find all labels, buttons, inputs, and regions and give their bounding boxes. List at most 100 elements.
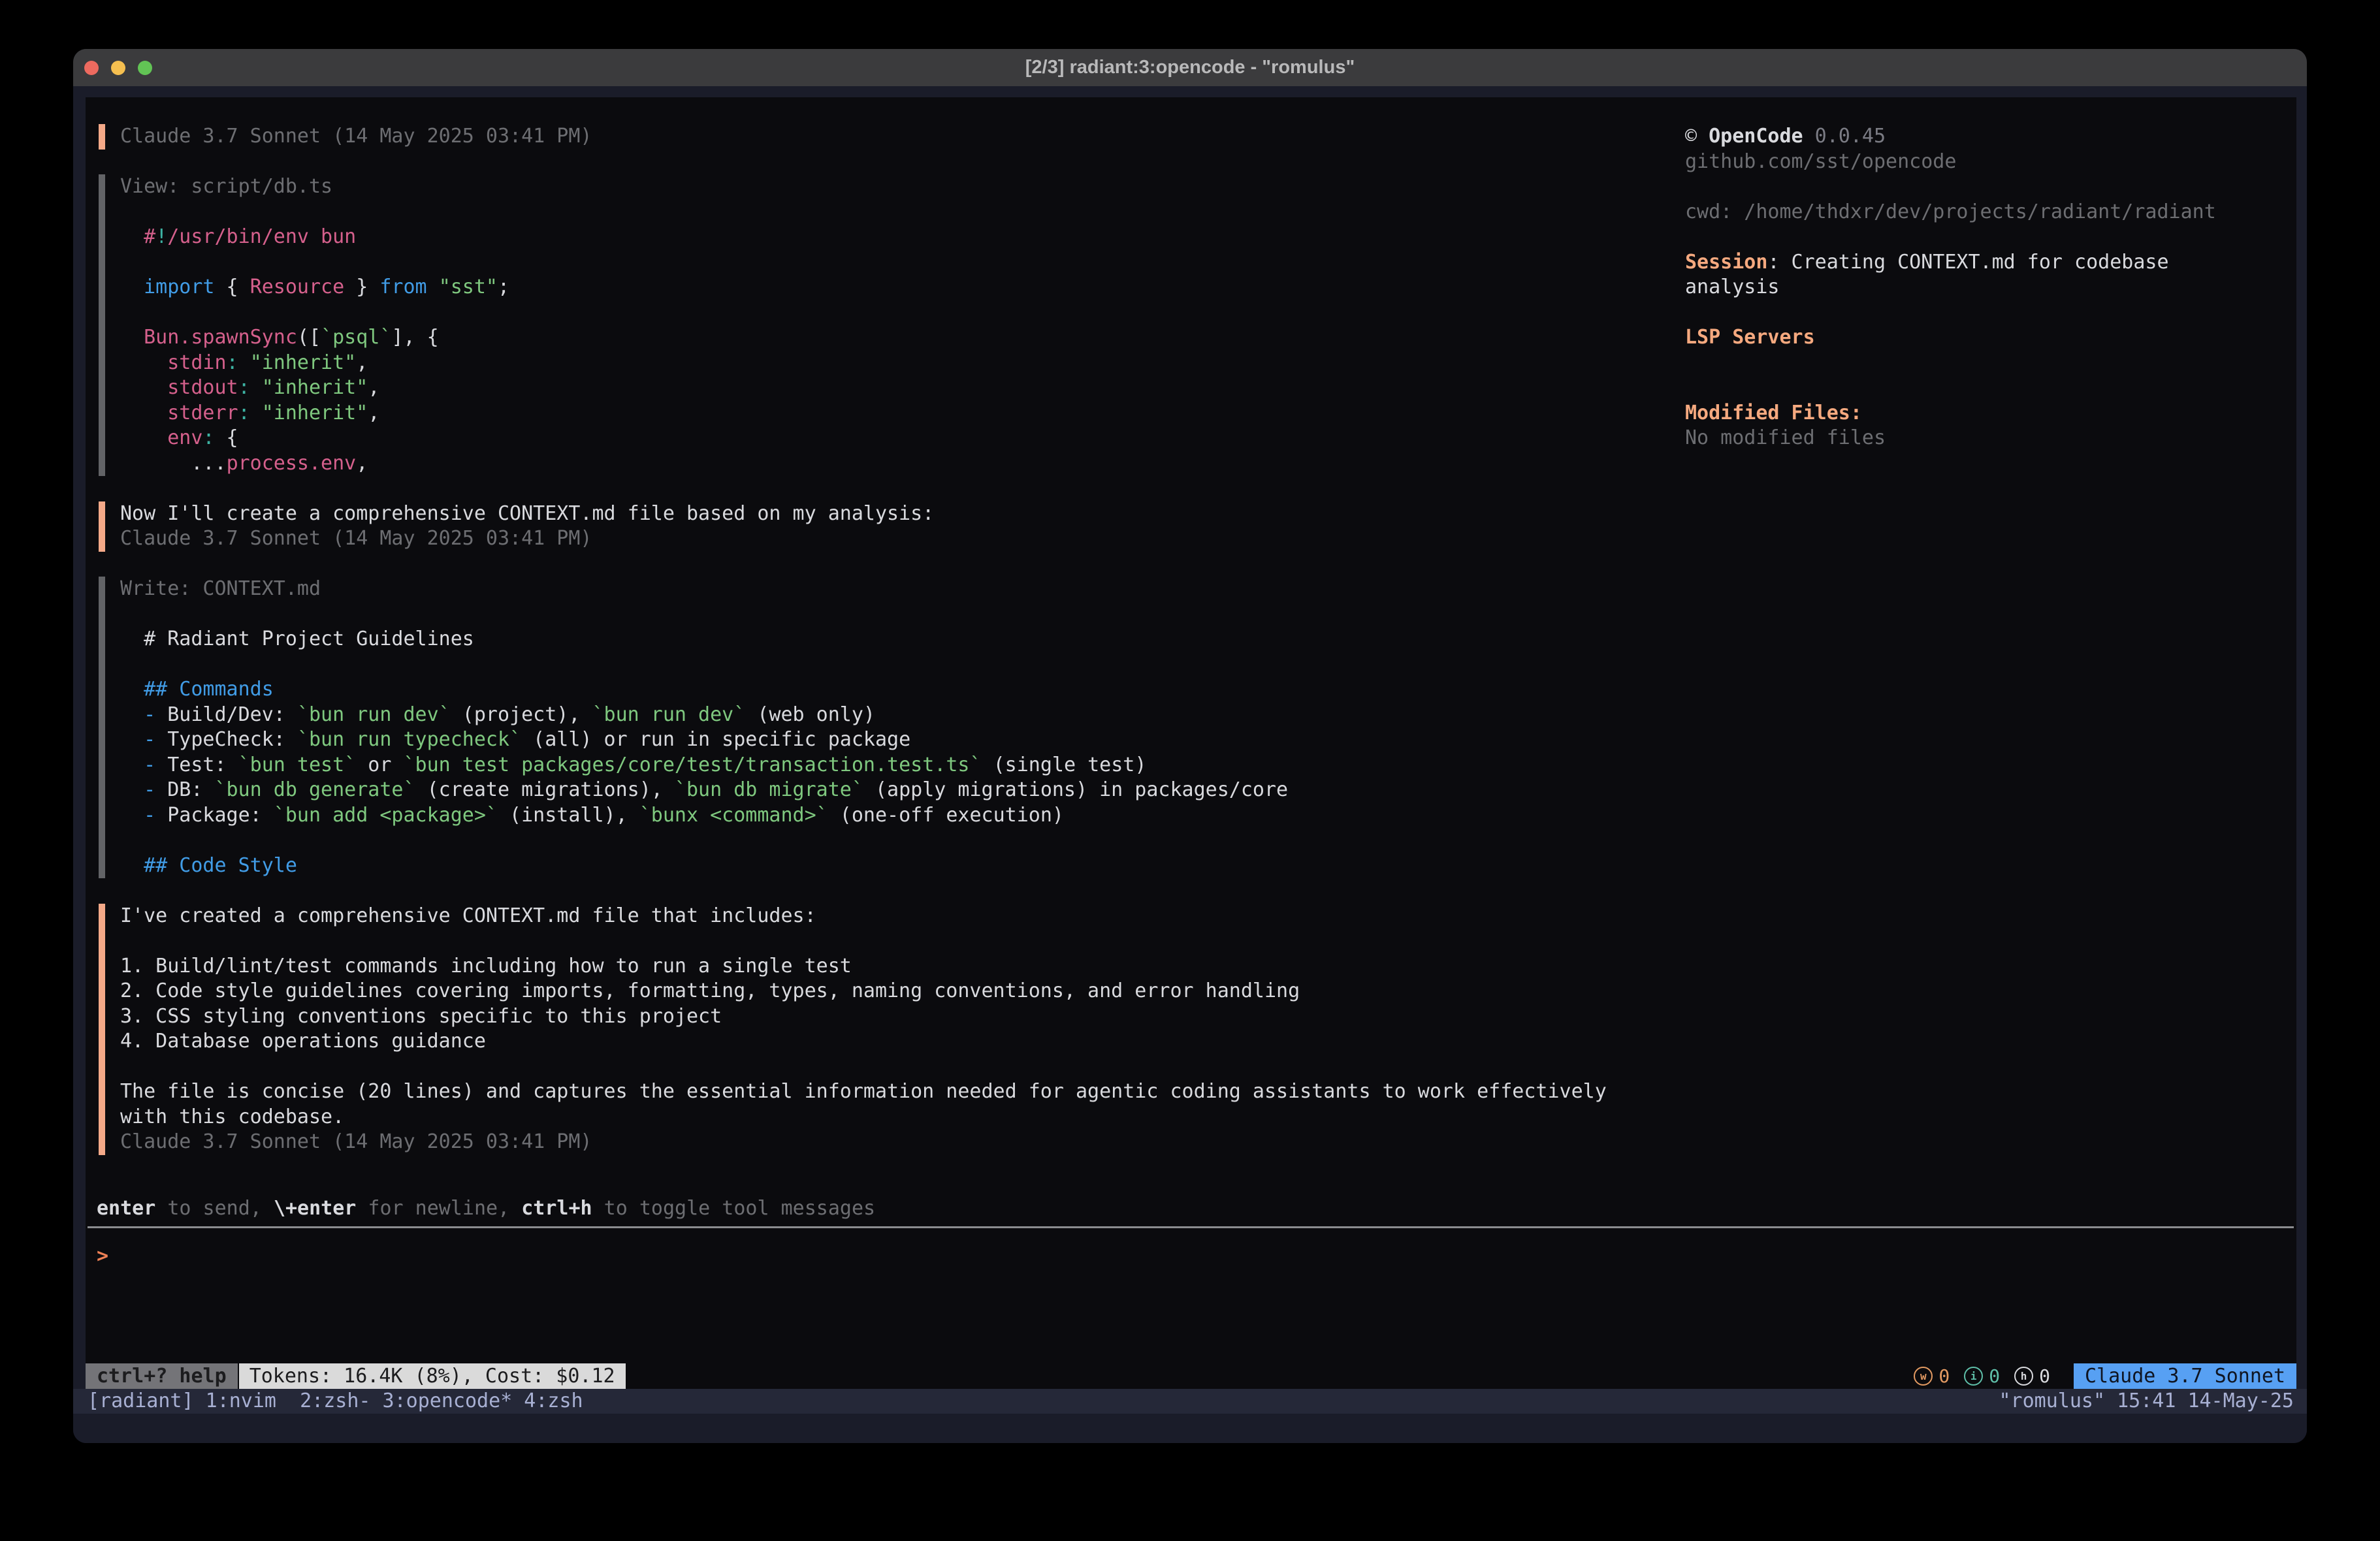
- screen: [2/3] radiant:3:opencode - "romulus" Cla…: [0, 0, 2380, 1541]
- text-segment: OpenCode: [1709, 125, 1803, 148]
- text-segment: (web only): [745, 703, 875, 726]
- tool-output-line: Write: CONTEXT.md: [120, 577, 321, 602]
- text-segment: (apply migrations) in packages/core: [863, 778, 1288, 801]
- hint-segment: to toggle tool messages: [592, 1197, 875, 1220]
- hint-count: 0: [2039, 1365, 2050, 1387]
- tool-output-line: ...process.env,: [120, 451, 368, 477]
- text-segment: [120, 804, 144, 827]
- text-segment: 0.0.45: [1803, 125, 1886, 148]
- hint-segment: for newline,: [356, 1197, 521, 1220]
- text-segment: (single test): [982, 754, 1147, 776]
- assistant-message-line: 3. CSS styling conventions specific to t…: [120, 1004, 722, 1030]
- text-segment: `bun test packages/core/test/transaction…: [404, 754, 982, 776]
- text-segment: (create migrations),: [415, 778, 675, 801]
- tool-output-line: import { Resource } from "sst";: [120, 275, 509, 300]
- text-segment: The file is concise (20 lines) and captu…: [120, 1080, 1607, 1103]
- text-segment: ([: [297, 326, 321, 349]
- assistant-message-line: with this codebase.: [120, 1105, 344, 1130]
- text-segment: Claude 3.7 Sonnet (14 May 2025 03:41 PM): [120, 527, 592, 550]
- session-title: Session: Creating CONTEXT.md for codebas…: [1685, 250, 2169, 276]
- terminal-content: Claude 3.7 Sonnet (14 May 2025 03:41 PM)…: [73, 86, 2307, 1443]
- text-segment: 1. Build/lint/test commands including ho…: [120, 955, 852, 977]
- text-segment: Test:: [155, 754, 238, 776]
- text-segment: `bun run dev`: [592, 703, 746, 726]
- assistant-message-line: Claude 3.7 Sonnet (14 May 2025 03:41 PM): [120, 1130, 592, 1155]
- text-segment: env: [167, 426, 202, 449]
- titlebar: [2/3] radiant:3:opencode - "romulus": [73, 49, 2307, 87]
- window-title: [2/3] radiant:3:opencode - "romulus": [73, 49, 2307, 86]
- text-segment: ,: [356, 452, 368, 475]
- cwd: cwd: /home/thdxr/dev/projects/radiant/ra…: [1685, 200, 2216, 225]
- text-segment: [120, 703, 144, 726]
- text-segment: "inherit": [262, 376, 368, 399]
- text-segment: TypeCheck:: [155, 728, 297, 751]
- text-segment: Claude 3.7 Sonnet (14 May 2025 03:41 PM): [120, 1130, 592, 1153]
- text-segment: No modified files: [1685, 426, 1886, 449]
- prompt-input[interactable]: >: [97, 1244, 2285, 1322]
- assistant-message-line: Claude 3.7 Sonnet (14 May 2025 03:41 PM): [120, 526, 592, 552]
- text-segment: [120, 426, 167, 449]
- terminal-window: [2/3] radiant:3:opencode - "romulus" Cla…: [73, 49, 2307, 1443]
- tool-output-line: #!/usr/bin/env bun: [120, 225, 356, 250]
- text-segment: 3. CSS styling conventions specific to t…: [120, 1005, 722, 1028]
- text-segment: Build/Dev:: [155, 703, 297, 726]
- text-segment: "sst": [439, 276, 498, 298]
- text-segment: # Radiant Project Guidelines: [120, 628, 474, 650]
- text-segment: [238, 351, 250, 374]
- text-segment: `psql`: [321, 326, 391, 349]
- app-version: © OpenCode 0.0.45: [1685, 124, 1886, 150]
- text-segment: Now I'll create a comprehensive CONTEXT.…: [120, 502, 934, 525]
- status-bar-spacer: [626, 1363, 1914, 1389]
- assistant-message-line: I've created a comprehensive CONTEXT.md …: [120, 904, 816, 929]
- lsp-servers-heading: LSP Servers: [1685, 325, 1815, 351]
- model-chip: Claude 3.7 Sonnet: [2074, 1363, 2296, 1389]
- text-segment: [427, 276, 439, 298]
- text-segment: github.com/sst/opencode: [1685, 150, 1956, 173]
- text-segment: [120, 351, 167, 374]
- text-segment: [250, 402, 262, 424]
- text-segment: or: [356, 754, 403, 776]
- text-segment: with this codebase.: [120, 1105, 344, 1128]
- tool-accent-bar: [99, 577, 105, 878]
- text-segment: `bun add <package>`: [274, 804, 498, 827]
- text-segment: `bun run dev`: [297, 703, 451, 726]
- text-segment: :: [202, 426, 214, 449]
- text-segment: stderr: [167, 402, 238, 424]
- hint-circle-group: h0: [2014, 1365, 2050, 1387]
- text-segment: 2. Code style guidelines covering import…: [120, 979, 1300, 1002]
- text-segment: {: [215, 276, 250, 298]
- text-segment: process.env: [227, 452, 357, 475]
- text-segment: ©: [1685, 125, 1709, 148]
- text-segment: ,: [368, 376, 379, 399]
- text-segment: ], {: [391, 326, 438, 349]
- warning-circle-icon: w: [1914, 1367, 1933, 1386]
- text-segment: Modified Files:: [1685, 402, 1862, 424]
- text-segment: ,: [356, 351, 368, 374]
- tool-output-line: - TypeCheck: `bun run typecheck` (all) o…: [120, 727, 910, 753]
- text-segment: :: [227, 351, 238, 374]
- info-count: 0: [1989, 1365, 2000, 1387]
- text-segment: ,: [368, 402, 379, 424]
- text-segment: [120, 778, 144, 801]
- modified-files-heading: Modified Files:: [1685, 401, 1862, 426]
- info-circle-icon: i: [1964, 1367, 1983, 1386]
- repo-url: github.com/sst/opencode: [1685, 150, 1956, 175]
- tmux-host-clock: "romulus" 15:41 14-May-25: [1999, 1389, 2294, 1414]
- text-segment: -: [144, 754, 155, 776]
- hint-circle-icon: h: [2014, 1367, 2033, 1386]
- assistant-message-line: Claude 3.7 Sonnet (14 May 2025 03:41 PM): [120, 124, 592, 150]
- text-segment: 4. Database operations guidance: [120, 1030, 486, 1053]
- text-segment: Bun.spawnSync: [144, 326, 297, 349]
- text-segment: import: [144, 276, 214, 298]
- tool-output-line: - Package: `bun add <package>` (install)…: [120, 803, 1064, 829]
- text-segment: /usr/bin/env bun: [167, 225, 356, 248]
- tool-output-line: env: {: [120, 426, 238, 451]
- tool-output-line: stdin: "inherit",: [120, 351, 368, 376]
- text-segment: :: [238, 402, 250, 424]
- text-segment: "inherit": [250, 351, 357, 374]
- tool-output-line: ## Code Style: [120, 853, 297, 879]
- tool-output-line: View: script/db.ts: [120, 174, 332, 200]
- text-segment: stdin: [167, 351, 226, 374]
- text-segment: analysis: [1685, 276, 1780, 298]
- info-circle-group: i0: [1964, 1365, 2000, 1387]
